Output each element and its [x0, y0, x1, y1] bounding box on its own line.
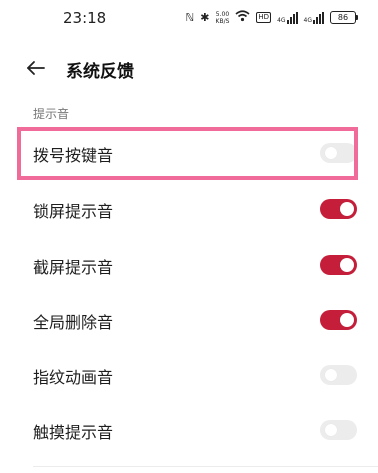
toggle-switch[interactable]: [320, 420, 357, 440]
status-bar: 23:18 ℕ ✱ 5.00 KB/S HD 4G 4G 86: [0, 0, 378, 36]
setting-label: 触摸提示音: [33, 423, 114, 442]
setting-row-touch-sound[interactable]: 触摸提示音: [0, 407, 378, 453]
setting-label: 全局删除音: [33, 313, 114, 332]
toggle-knob: [340, 313, 354, 327]
wifi-icon: [235, 10, 250, 25]
toggle-knob: [340, 258, 354, 272]
signal-icon-2: 4G: [303, 11, 324, 24]
setting-label: 截屏提示音: [33, 258, 114, 277]
setting-row-lock-sound[interactable]: 锁屏提示音: [0, 186, 378, 232]
bluetooth-icon: ✱: [200, 11, 210, 24]
hd-badge: HD: [256, 12, 272, 23]
setting-row-screenshot-sound[interactable]: 截屏提示音: [0, 242, 378, 288]
toggle-switch[interactable]: [320, 365, 357, 385]
network-speed: 5.00 KB/S: [216, 11, 230, 25]
page-header: 系统反馈: [0, 50, 378, 86]
network-speed-value: 5.00: [215, 10, 230, 18]
setting-label: 锁屏提示音: [33, 202, 114, 221]
network-speed-unit: KB/S: [215, 17, 230, 25]
toggle-knob: [340, 202, 354, 216]
battery-icon: 86: [330, 11, 358, 24]
setting-row-fingerprint-sound[interactable]: 指纹动画音: [0, 352, 378, 398]
toggle-knob: [325, 369, 337, 381]
status-icons: ℕ ✱ 5.00 KB/S HD 4G 4G 86: [185, 10, 358, 25]
toggle-switch[interactable]: [320, 255, 357, 275]
signal-icon-1: 4G: [277, 11, 298, 24]
network-type-1: 4G: [277, 16, 286, 24]
setting-label: 指纹动画音: [33, 368, 114, 387]
back-button[interactable]: [22, 54, 50, 82]
nfc-icon: ℕ: [185, 11, 195, 24]
network-type-2: 4G: [303, 16, 312, 24]
page-title: 系统反馈: [66, 62, 134, 82]
arrow-left-icon: [27, 61, 45, 75]
status-time: 23:18: [63, 9, 107, 27]
toggle-knob: [325, 424, 337, 436]
toggle-switch[interactable]: [320, 199, 357, 219]
section-label: 提示音: [33, 107, 70, 121]
divider: [33, 466, 378, 467]
setting-row-delete-sound[interactable]: 全局删除音: [0, 297, 378, 343]
highlight-box: [17, 127, 358, 180]
toggle-switch[interactable]: [320, 310, 357, 330]
